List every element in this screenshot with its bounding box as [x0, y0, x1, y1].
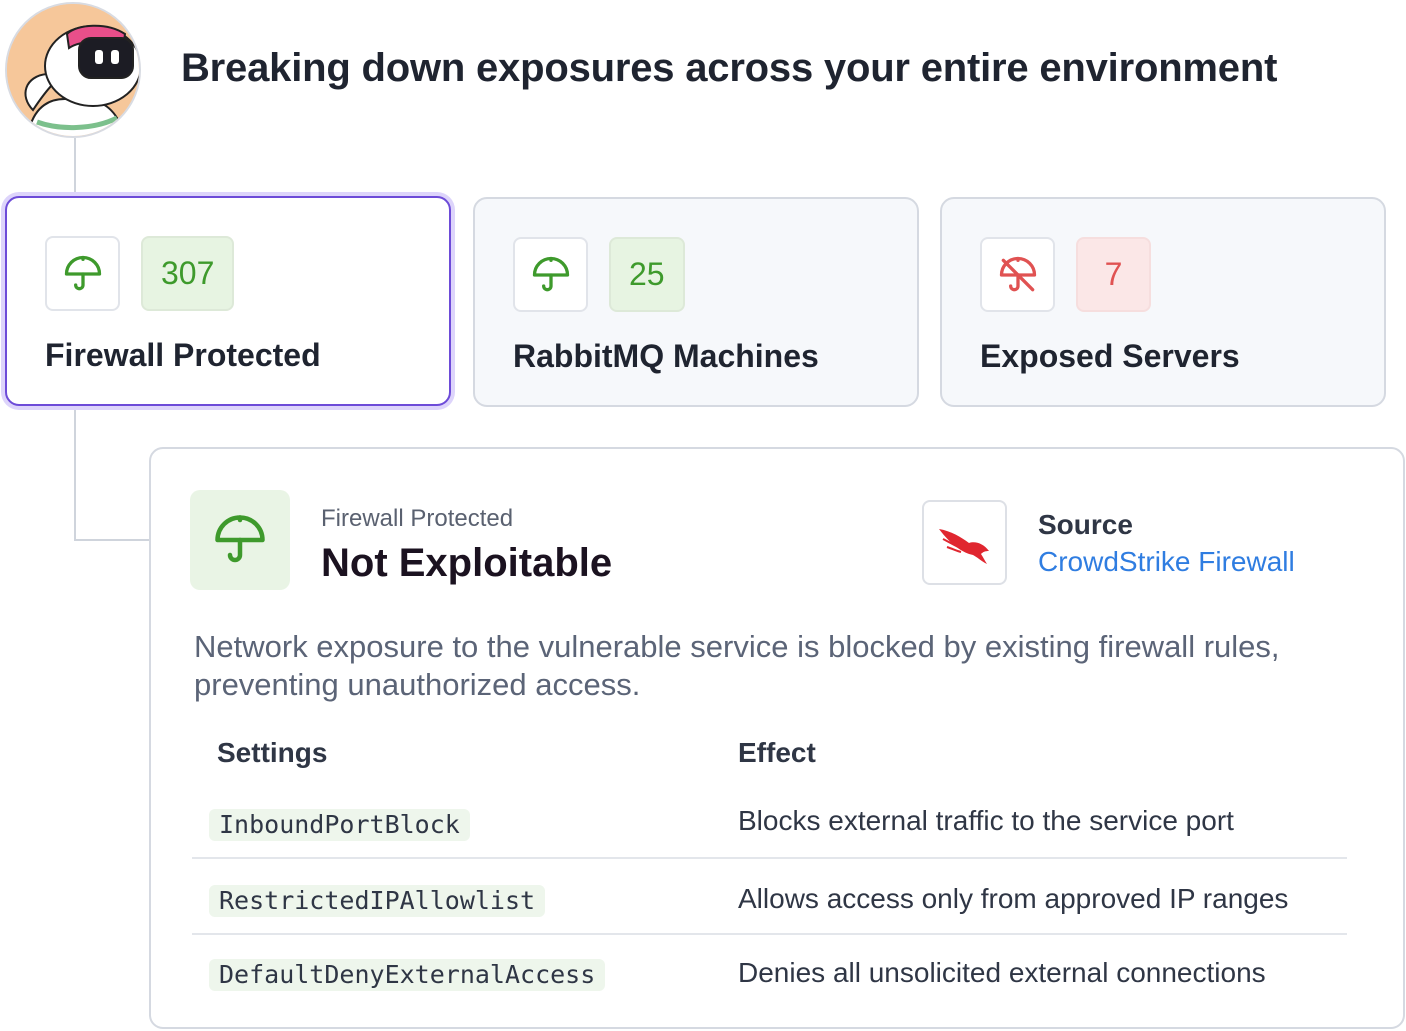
- avatar: [5, 2, 141, 138]
- card-label: RabbitMQ Machines: [513, 338, 819, 374]
- table-row: InboundPortBlock Blocks external traffic…: [192, 783, 1347, 859]
- detail-kicker: Firewall Protected: [321, 505, 514, 532]
- column-header-effect: Effect: [738, 737, 816, 768]
- card-exposed-servers[interactable]: 7 Exposed Servers: [940, 197, 1386, 407]
- setting-code: DefaultDenyExternalAccess: [209, 959, 606, 991]
- source-link[interactable]: CrowdStrike Firewall: [1038, 546, 1295, 578]
- umbrella-off-icon: [980, 237, 1055, 312]
- card-label: Firewall Protected: [45, 337, 321, 373]
- card-firewall-protected[interactable]: 307 Firewall Protected: [5, 196, 451, 406]
- setting-code: InboundPortBlock: [209, 809, 470, 841]
- table-row: RestrictedIPAllowlist Allows access only…: [192, 859, 1347, 935]
- column-header-settings: Settings: [217, 737, 328, 768]
- setting-effect: Blocks external traffic to the service p…: [738, 805, 1234, 836]
- card-label: Exposed Servers: [980, 338, 1240, 374]
- detail-panel: Firewall Protected Not Exploitable Sourc…: [149, 447, 1405, 1029]
- connector-line: [74, 539, 150, 541]
- umbrella-icon: [513, 237, 588, 312]
- table-row: DefaultDenyExternalAccess Denies all uns…: [192, 935, 1347, 1011]
- connector-line: [74, 408, 76, 541]
- source-label: Source: [1038, 509, 1133, 540]
- setting-code: RestrictedIPAllowlist: [209, 885, 546, 917]
- setting-effect: Allows access only from approved IP rang…: [738, 883, 1289, 914]
- page-title: Breaking down exposures across your enti…: [181, 46, 1278, 90]
- umbrella-icon: [45, 236, 120, 311]
- crowdstrike-logo: [922, 500, 1007, 585]
- detail-description: Network exposure to the vulnerable servi…: [194, 629, 1280, 702]
- card-rabbitmq-machines[interactable]: 25 RabbitMQ Machines: [473, 197, 919, 407]
- umbrella-icon: [190, 490, 290, 590]
- card-count: 7: [1076, 237, 1151, 312]
- setting-effect: Denies all unsolicited external connecti…: [738, 957, 1266, 988]
- card-count: 25: [609, 237, 685, 312]
- connector-line: [74, 138, 76, 198]
- card-count: 307: [141, 236, 235, 311]
- detail-heading: Not Exploitable: [321, 541, 613, 585]
